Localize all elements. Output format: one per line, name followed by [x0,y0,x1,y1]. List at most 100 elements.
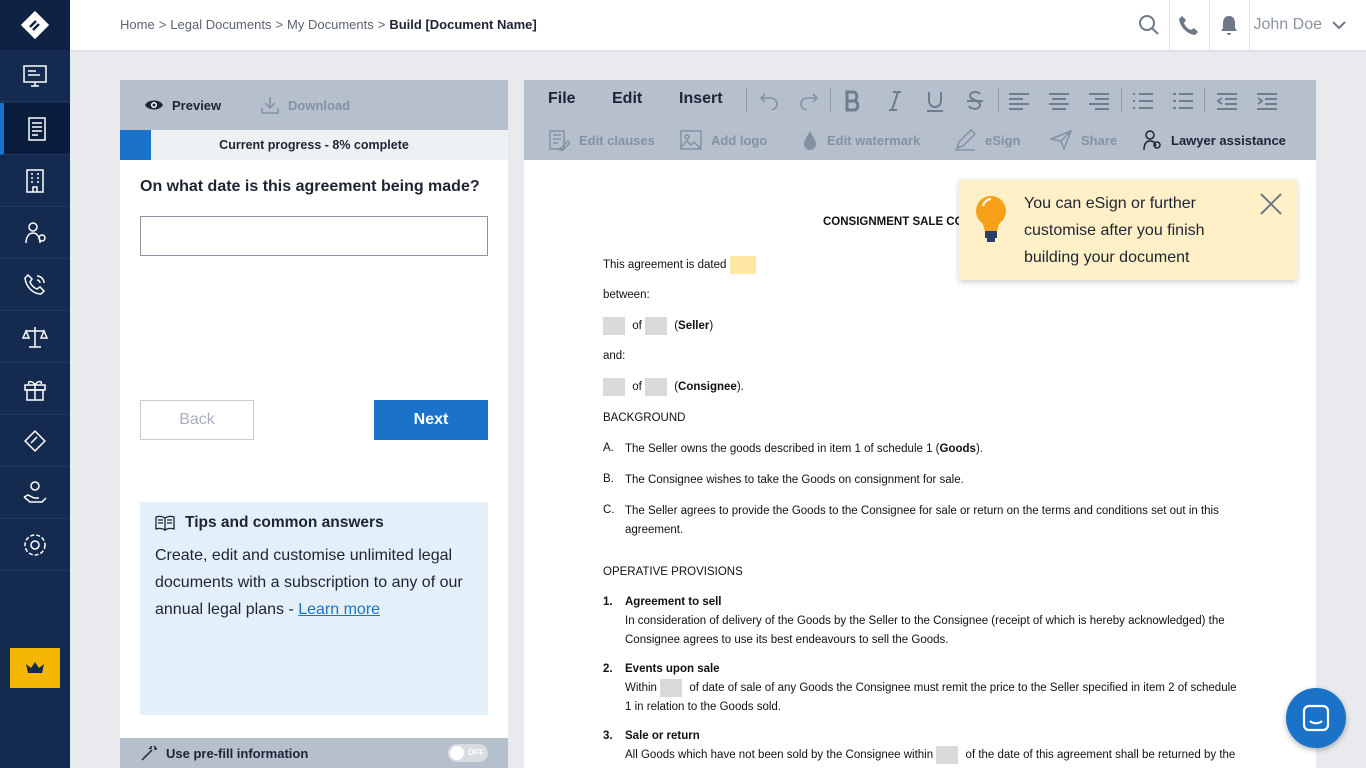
clause-2-text-1: Within of date of sale of any Goods the … [625,679,1237,697]
prefill-toggle[interactable]: OFF [448,744,488,762]
edit-clauses-label: Edit clauses [579,132,655,148]
sidebar-item-settings[interactable] [0,519,70,571]
question-label: On what date is this agreement being mad… [140,178,480,195]
edit-watermark-label: Edit watermark [827,132,921,148]
clause-1-title: Agreement to sell [625,596,722,608]
consignee-name-placeholder[interactable] [603,378,625,396]
document-editor: File Edit Insert Edit clauses Add logo E… [524,80,1316,768]
strikethrough-button[interactable] [962,88,988,114]
sidebar-item-support[interactable] [0,467,70,519]
clause-3-text-pre: All Goods which have not been sold by th… [625,749,934,762]
sidebar-item-documents[interactable] [0,103,70,155]
notifications-button[interactable] [1210,0,1250,50]
item-a-text-post: ). [975,443,983,455]
date-answer-input[interactable] [140,216,488,256]
sidebar-item-rewards[interactable] [0,363,70,415]
upgrade-crown-button[interactable] [10,648,60,688]
preview-button[interactable]: Preview [144,80,221,130]
edit-clauses-button[interactable]: Edit clauses [548,128,655,152]
lawyer-assistance-button[interactable]: Lawyer assistance [1142,128,1286,152]
book-icon [155,515,175,531]
outdent-icon [1216,93,1237,110]
consignee-line: of (Consignee). [603,378,744,396]
menu-edit[interactable]: Edit [612,90,642,108]
lawyer-icon [25,221,46,243]
sidebar-item-business[interactable] [0,155,70,207]
breadcrumb-my-documents[interactable]: My Documents [287,17,374,32]
chat-button[interactable] [1286,688,1346,748]
item-b-label: B. [603,473,614,485]
questionnaire-panel: Preview Download Current progress - 8% c… [120,80,508,768]
goods-term: Goods [939,443,976,455]
breadcrumb-separator: > [275,17,284,32]
clause-3-number: 3. [603,730,613,742]
numbered-list-icon [1173,93,1193,109]
indent-icon [1257,93,1277,110]
align-left-button[interactable] [1006,88,1032,114]
panel-toolbar: Preview Download [120,80,508,130]
scales-icon [21,326,49,348]
item-c-label: C. [603,504,615,516]
back-button[interactable]: Back [140,400,254,440]
bullet-list-button[interactable] [1130,88,1156,114]
sidebar-item-calls[interactable] [0,259,70,311]
item-c-text-1: The Seller agrees to provide the Goods t… [625,505,1219,517]
dashboard-icon [23,64,47,87]
italic-icon [889,91,901,111]
sidebar-item-deals[interactable] [0,415,70,467]
of-text: of [632,320,642,333]
prefill-label: Use pre-fill information [166,745,309,761]
breadcrumb-legal-documents[interactable]: Legal Documents [170,17,271,32]
send-icon [1050,130,1072,150]
seller-address-placeholder[interactable] [645,317,667,335]
menu-file[interactable]: File [548,90,576,108]
menu-insert[interactable]: Insert [679,90,723,108]
editor-toolbar: File Edit Insert Edit clauses Add logo E… [524,80,1316,160]
hand-heart-icon [23,480,47,503]
learn-more-link[interactable]: Learn more [298,601,380,618]
breadcrumb-home[interactable]: Home [120,17,155,32]
return-period-placeholder[interactable] [936,746,959,764]
italic-button[interactable] [882,88,908,114]
align-center-button[interactable] [1046,88,1072,114]
tips-box: Tips and common answers Create, edit and… [140,502,488,715]
align-right-button[interactable] [1086,88,1112,114]
toolbar-divider [830,88,831,112]
download-button[interactable]: Download [260,80,350,130]
clause-1-number: 1. [603,596,613,608]
magic-wand-icon [141,745,157,761]
call-button[interactable] [1170,0,1210,50]
seller-name-placeholder[interactable] [603,317,625,335]
clause-2-text-2: 1 in relation to the Goods sold. [625,701,781,713]
underline-icon [927,92,943,112]
clause-2-number: 2. [603,663,613,675]
sidebar [0,0,70,768]
remit-period-placeholder[interactable] [660,679,683,697]
add-logo-button[interactable]: Add logo [680,128,767,152]
indent-button[interactable] [1254,88,1280,114]
document-title: CONSIGNMENT SALE CO [823,216,964,228]
underline-button[interactable] [922,88,948,114]
sidebar-item-legal[interactable] [0,311,70,363]
esign-button[interactable]: eSign [954,128,1020,152]
tag-icon [24,429,46,452]
user-menu[interactable]: John Doe [1250,0,1366,50]
sidebar-item-lawyers[interactable] [0,207,70,259]
app-logo[interactable] [0,0,70,50]
redo-button[interactable] [796,88,822,114]
share-button[interactable]: Share [1050,128,1117,152]
tooltip-text: You can eSign or further customise after… [1024,195,1205,266]
dated-line: This agreement is dated [603,256,760,274]
date-placeholder[interactable] [729,256,756,274]
next-button[interactable]: Next [374,400,488,440]
bold-button[interactable] [840,88,866,114]
consignee-address-placeholder[interactable] [645,378,667,396]
and-line: and: [603,350,626,362]
undo-button[interactable] [756,88,782,114]
outdent-button[interactable] [1214,88,1240,114]
sidebar-item-dashboard[interactable] [0,50,70,102]
edit-watermark-button[interactable]: Edit watermark [802,128,920,152]
close-icon[interactable] [1259,192,1283,216]
numbered-list-button[interactable] [1170,88,1196,114]
search-button[interactable] [1130,0,1170,50]
